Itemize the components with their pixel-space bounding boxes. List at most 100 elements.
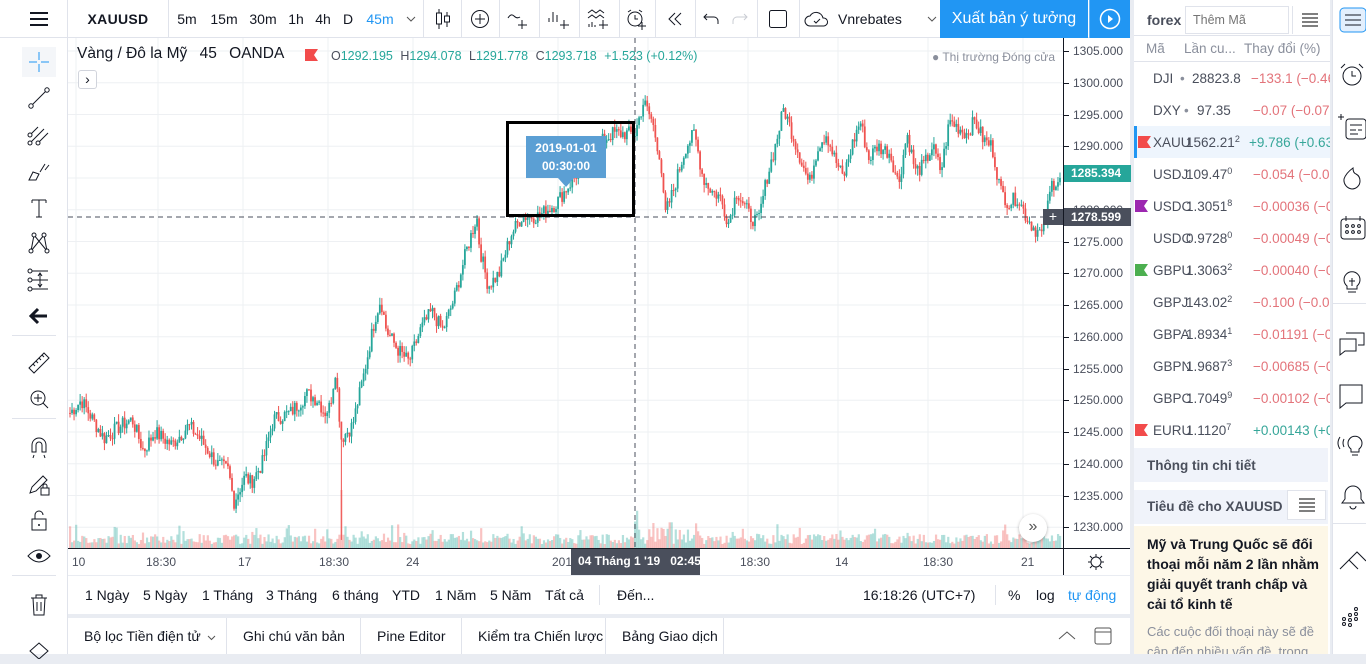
range-all[interactable]: Tất cả xyxy=(545,576,584,614)
redo-button[interactable] xyxy=(726,0,754,38)
interval-30m[interactable]: 30m xyxy=(244,0,282,38)
watchlist-name[interactable]: forex xyxy=(1147,12,1181,28)
interval-5m[interactable]: 5m xyxy=(170,0,204,38)
alert-button[interactable] xyxy=(620,0,654,38)
range-1m[interactable]: 1 Tháng xyxy=(202,576,253,614)
watchlist-row[interactable]: DJI • 28823.8 −133.1 (−0.46 xyxy=(1134,62,1330,94)
col-symbol[interactable]: Mã xyxy=(1146,41,1165,56)
data-window-toggle[interactable] xyxy=(1333,108,1366,144)
watchlist-row[interactable]: USDC 0.97280 −0.00049 (−0. xyxy=(1134,222,1330,254)
range-3m[interactable]: 3 Tháng xyxy=(266,576,317,614)
object-tree-tool[interactable] xyxy=(22,634,56,664)
watchlist-row[interactable]: EURU 1.11207 +0.00143 (+0. xyxy=(1134,414,1330,446)
goto-date-button[interactable]: Đến... xyxy=(617,576,654,614)
alerts-toggle[interactable] xyxy=(1333,57,1366,93)
watchlist-menu-button[interactable] xyxy=(1292,6,1326,34)
indicators-button[interactable] xyxy=(500,0,538,38)
interval-4h[interactable]: 4h xyxy=(310,0,336,38)
price-axis[interactable]: 1305.0001300.0001295.0001290.0001285.000… xyxy=(1063,38,1131,548)
ruler-tool[interactable] xyxy=(22,348,56,378)
publish-idea-button[interactable]: Xuất bản ý tưởng xyxy=(940,0,1088,38)
flag-icon[interactable] xyxy=(305,49,318,61)
trendline-tool[interactable] xyxy=(22,83,56,113)
chats-toggle[interactable] xyxy=(1333,325,1366,361)
notifications-toggle[interactable] xyxy=(1333,478,1366,514)
watchlist-row[interactable]: GBPU 1.30632 −0.00040 (−0. xyxy=(1134,254,1330,286)
ideas-toggle[interactable] xyxy=(1333,262,1366,298)
tab-trading-panel[interactable]: Bảng Giao dịch xyxy=(606,618,724,654)
interval-15m[interactable]: 15m xyxy=(205,0,243,38)
details-header[interactable]: Thông tin chi tiết xyxy=(1134,448,1328,482)
watchlist-row[interactable]: GBPA 1.89341 −0.01191 (−0. xyxy=(1134,318,1330,350)
maximize-panel-icon[interactable] xyxy=(1094,627,1112,645)
watchlist-row[interactable]: GBPN 1.96873 −0.00685 (−0. xyxy=(1134,350,1330,382)
crosshair-tool[interactable] xyxy=(22,47,56,77)
calendar-toggle[interactable] xyxy=(1333,210,1366,246)
fib-tool[interactable] xyxy=(22,120,56,150)
order-panel-toggle[interactable] xyxy=(1333,545,1366,581)
interval-1h[interactable]: 1h xyxy=(283,0,309,38)
flag-icon[interactable] xyxy=(1138,136,1151,148)
range-5d[interactable]: 5 Ngày xyxy=(143,576,187,614)
undo-button[interactable] xyxy=(697,0,725,38)
crosshair-add-button[interactable]: + xyxy=(1043,209,1063,225)
prediction-tool[interactable] xyxy=(22,265,56,295)
pattern-tool[interactable] xyxy=(22,228,56,258)
remove-drawings-tool[interactable] xyxy=(22,590,56,620)
time-axis[interactable]: 10 18:30 17 18:30 24 2019 18:30 14 18:30 21 04 Thá… xyxy=(68,548,1063,575)
watchlist-row[interactable]: DXY• 97.35 −0.07 (−0.07% xyxy=(1134,94,1330,126)
scroll-to-realtime-button[interactable]: » xyxy=(1019,514,1047,542)
dom-toggle[interactable] xyxy=(1333,597,1366,633)
cloud-save-button[interactable] xyxy=(802,0,832,38)
lock-drawings-tool[interactable] xyxy=(22,469,56,499)
watchlist-toggle[interactable] xyxy=(1333,2,1366,38)
tab-text-notes[interactable]: Ghi chú văn bản xyxy=(227,618,361,654)
range-ytd[interactable]: YTD xyxy=(392,576,420,614)
account-name[interactable]: Vnrebates xyxy=(838,0,914,38)
interval-45m-active[interactable]: 45m xyxy=(362,0,398,38)
range-1y[interactable]: 1 Năm xyxy=(435,576,476,614)
back-button[interactable] xyxy=(22,301,56,331)
zoom-tool[interactable] xyxy=(22,384,56,414)
flag-icon[interactable] xyxy=(1135,264,1148,276)
lock-all-tool[interactable] xyxy=(22,505,56,535)
templates-button[interactable] xyxy=(580,0,618,38)
chart-type-button[interactable] xyxy=(426,0,460,38)
menu-button[interactable] xyxy=(20,0,58,38)
price-chart[interactable] xyxy=(68,38,1063,548)
symbol-search-button[interactable]: XAUUSD xyxy=(68,0,168,38)
legend-collapse-button[interactable]: › xyxy=(78,70,97,89)
chart-pane[interactable]: Vàng / Đô la Mỹ 45 OANDA O1292.195 H1294… xyxy=(68,38,1063,548)
private-chats-toggle[interactable] xyxy=(1333,377,1366,413)
range-5y[interactable]: 5 Năm xyxy=(490,576,531,614)
tab-crypto-screener[interactable]: Bộ lọc Tiền điện tử xyxy=(68,618,227,654)
publish-play-button[interactable] xyxy=(1089,0,1130,38)
callout-annotation[interactable]: 2019-01-01 00:30:00 xyxy=(526,136,606,178)
text-tool[interactable] xyxy=(22,193,56,223)
layout-button[interactable] xyxy=(760,0,796,38)
auto-scale-toggle[interactable]: tự động xyxy=(1068,576,1116,614)
percent-scale-toggle[interactable]: % xyxy=(1008,576,1020,614)
compare-button[interactable] xyxy=(462,0,498,38)
col-change[interactable]: Thay đổi (%) xyxy=(1244,41,1321,56)
watchlist-row[interactable]: XAUU 1562.212 +9.786 (+0.63 xyxy=(1134,126,1330,158)
clock-timezone[interactable]: 16:18:26 (UTC+7) xyxy=(863,576,975,614)
tab-pine-editor[interactable]: Pine Editor xyxy=(361,618,462,654)
news-menu-button[interactable] xyxy=(1287,490,1326,520)
news-headline[interactable]: Mỹ và Trung Quốc sẽ đối thoại mỗi năm 2 … xyxy=(1147,534,1319,614)
watchlist-row[interactable]: GBPJ 143.022 −0.100 (−0.07 xyxy=(1134,286,1330,318)
magnet-tool[interactable] xyxy=(22,433,56,463)
flag-icon[interactable] xyxy=(1135,424,1148,436)
replay-button[interactable] xyxy=(656,0,694,38)
interval-1d[interactable]: D xyxy=(338,0,358,38)
brush-tool[interactable] xyxy=(22,157,56,187)
financials-button[interactable] xyxy=(540,0,578,38)
chart-settings-button[interactable] xyxy=(1063,548,1130,575)
news-item[interactable]: Mỹ và Trung Quốc sẽ đối thoại mỗi năm 2 … xyxy=(1134,526,1328,654)
col-last[interactable]: Lần cu... xyxy=(1184,41,1236,56)
hide-drawings-tool[interactable] xyxy=(22,541,56,571)
interval-dropdown[interactable] xyxy=(400,0,422,38)
add-symbol-input[interactable] xyxy=(1185,6,1289,34)
watchlist-row[interactable]: GBPC 1.70499 −0.00102 (−0. xyxy=(1134,382,1330,414)
flag-icon[interactable] xyxy=(1135,200,1148,212)
